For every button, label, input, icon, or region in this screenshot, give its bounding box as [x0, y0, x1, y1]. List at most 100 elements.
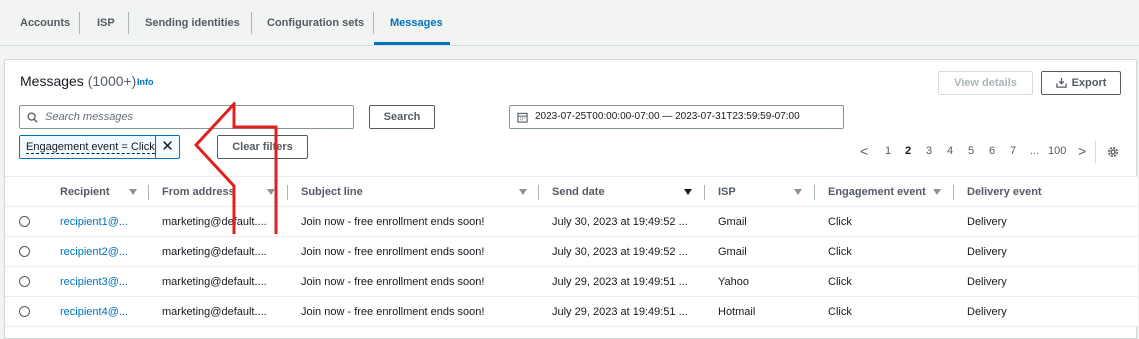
table-row[interactable]: recipient3@... marketing@default.... Joi…	[5, 267, 1138, 297]
date-range-value: 2023-07-25T00:00:00-07:00 — 2023-07-31T2…	[535, 111, 800, 122]
view-details-button[interactable]: View details	[938, 71, 1033, 95]
sort-icon[interactable]	[933, 189, 941, 195]
tab-divider	[128, 12, 129, 34]
column-divider[interactable]	[287, 185, 288, 200]
column-divider[interactable]	[148, 185, 149, 200]
column-divider[interactable]	[704, 185, 705, 200]
subject-line: Join now - free enrollment ends soon!	[301, 246, 485, 258]
engagement-event: Click	[828, 246, 852, 258]
recipient-link[interactable]: recipient3@...	[60, 267, 128, 297]
page-5[interactable]: 5	[968, 145, 974, 157]
from-address: marketing@default....	[162, 276, 267, 288]
row-radio[interactable]	[19, 306, 30, 317]
recipient-link[interactable]: recipient2@...	[60, 237, 128, 267]
column-engagement-event[interactable]: Engagement event	[828, 177, 926, 207]
engagement-event: Click	[828, 216, 852, 228]
page-7[interactable]: 7	[1010, 145, 1016, 157]
table-row[interactable]: recipient1@... marketing@default.... Joi…	[5, 207, 1138, 237]
page-2-current[interactable]: 2	[905, 145, 911, 157]
subject-line: Join now - free enrollment ends soon!	[301, 276, 485, 288]
recipient-link[interactable]: recipient1@...	[60, 207, 128, 237]
tab-divider	[373, 12, 374, 34]
filter-token: Engagement event = Click ✕	[19, 135, 180, 159]
isp: Gmail	[718, 246, 747, 258]
sort-descending-icon[interactable]	[684, 189, 692, 195]
active-tab-indicator	[374, 42, 450, 45]
engagement-event: Click	[828, 276, 852, 288]
column-isp[interactable]: ISP	[718, 177, 736, 207]
panel-title-text: Messages	[20, 73, 84, 89]
clear-filters-button[interactable]: Clear filters	[217, 135, 308, 159]
column-subject-line[interactable]: Subject line	[301, 177, 363, 207]
column-delivery-event[interactable]: Delivery event	[967, 177, 1042, 207]
search-input[interactable]: Search messages	[19, 105, 354, 129]
subject-line: Join now - free enrollment ends soon!	[301, 216, 485, 228]
sort-icon[interactable]	[794, 189, 802, 195]
next-page-icon[interactable]: >	[1078, 143, 1086, 159]
recipient-link[interactable]: recipient4@...	[60, 297, 128, 327]
gear-icon[interactable]	[1106, 145, 1120, 159]
tab-sending-identities[interactable]: Sending identities	[145, 0, 240, 46]
remove-filter-icon[interactable]: ✕	[155, 136, 179, 158]
column-divider[interactable]	[538, 185, 539, 200]
pagination-divider	[1095, 141, 1096, 163]
column-from-address[interactable]: From address	[162, 177, 235, 207]
send-date: July 29, 2023 at 19:49:51 ...	[552, 276, 688, 288]
send-date: July 30, 2023 at 19:49:52 ...	[552, 216, 688, 228]
table-row[interactable]: recipient4@... marketing@default.... Joi…	[5, 297, 1138, 327]
export-button[interactable]: Export	[1041, 71, 1121, 95]
row-radio[interactable]	[19, 216, 30, 227]
sort-icon[interactable]	[129, 189, 137, 195]
isp: Hotmail	[718, 306, 756, 318]
message-count: (1000+)	[87, 73, 137, 89]
page-1[interactable]: 1	[885, 145, 891, 157]
column-divider[interactable]	[814, 185, 815, 200]
tab-bar: Accounts ISP Sending identities Configur…	[0, 0, 1139, 46]
table-row[interactable]: recipient2@... marketing@default.... Joi…	[5, 237, 1138, 267]
date-range-picker[interactable]: 2023-07-25T00:00:00-07:00 — 2023-07-31T2…	[509, 105, 844, 129]
delivery-event: Delivery	[967, 246, 1007, 258]
row-radio[interactable]	[19, 246, 30, 257]
delivery-event: Delivery	[967, 216, 1007, 228]
tab-divider	[79, 12, 80, 34]
filter-token-label[interactable]: Engagement event = Click	[26, 141, 155, 154]
send-date: July 30, 2023 at 19:49:52 ...	[552, 246, 688, 258]
engagement-event: Click	[828, 306, 852, 318]
panel-title: Messages (1000+)	[20, 73, 136, 89]
column-send-date[interactable]: Send date	[552, 177, 605, 207]
page-100[interactable]: 100	[1048, 145, 1066, 157]
tab-isp[interactable]: ISP	[97, 0, 115, 46]
previous-page-icon[interactable]: <	[860, 143, 868, 159]
page-6[interactable]: 6	[989, 145, 995, 157]
column-divider[interactable]	[953, 185, 954, 200]
tab-divider	[251, 12, 252, 34]
search-placeholder: Search messages	[45, 111, 134, 123]
sort-icon[interactable]	[267, 189, 275, 195]
tab-configuration-sets[interactable]: Configuration sets	[267, 0, 364, 46]
isp: Yahoo	[718, 276, 749, 288]
column-recipient[interactable]: Recipient	[60, 177, 110, 207]
send-date: July 29, 2023 at 19:49:51 ...	[552, 306, 688, 318]
search-icon	[27, 112, 38, 123]
page-ellipsis: ...	[1030, 145, 1040, 157]
table-header: Recipient From address Subject line Send…	[5, 176, 1138, 207]
page-4[interactable]: 4	[947, 145, 953, 157]
download-icon	[1055, 77, 1067, 88]
export-label: Export	[1071, 77, 1107, 89]
sort-icon[interactable]	[519, 189, 527, 195]
row-radio[interactable]	[19, 276, 30, 287]
search-button[interactable]: Search	[369, 105, 435, 129]
delivery-event: Delivery	[967, 276, 1007, 288]
tab-messages[interactable]: Messages	[390, 0, 443, 46]
delivery-event: Delivery	[967, 306, 1007, 318]
page-3[interactable]: 3	[926, 145, 932, 157]
info-link[interactable]: Info	[137, 77, 154, 87]
from-address: marketing@default....	[162, 216, 267, 228]
messages-panel: Messages (1000+) Info View details Expor…	[4, 59, 1138, 339]
from-address: marketing@default....	[162, 246, 267, 258]
tab-accounts[interactable]: Accounts	[20, 0, 70, 46]
from-address: marketing@default....	[162, 306, 267, 318]
isp: Gmail	[718, 216, 747, 228]
subject-line: Join now - free enrollment ends soon!	[301, 306, 485, 318]
calendar-icon	[517, 112, 528, 123]
